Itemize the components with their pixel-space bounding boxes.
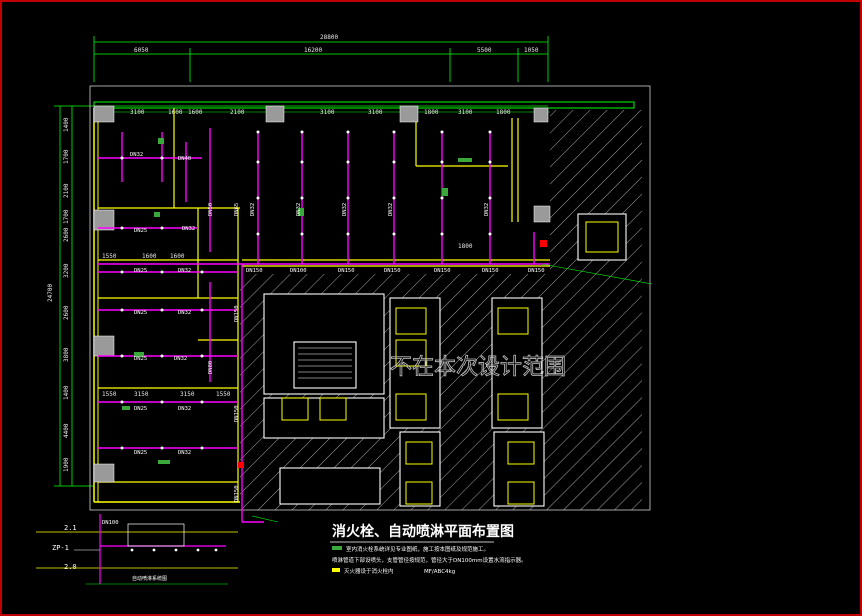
left-dim-3: 2100 <box>63 183 70 198</box>
pipe-label: DN150 <box>338 268 355 274</box>
pipe-label: DN150 <box>434 268 451 274</box>
pipe-label: DN32 <box>250 203 256 216</box>
pipe-label: DN65 <box>234 203 240 216</box>
dim-total-left: 24700 <box>47 284 54 302</box>
riser-diagram-label: 自动喷淋系统图 <box>132 575 167 582</box>
grid-dim-4: 2100 <box>230 109 245 116</box>
pipe-label: DN80 <box>208 361 214 374</box>
pipe-label: DN25 <box>134 310 147 316</box>
left-dim-1: 1400 <box>63 117 70 132</box>
grid-dim-3: 1600 <box>188 109 203 116</box>
room-dim: 1550 <box>102 391 117 398</box>
left-dim-2: 1700 <box>63 149 70 164</box>
left-dim-8: 3800 <box>63 347 70 362</box>
pipe-label: DN150 <box>234 485 240 502</box>
pipe-label: DN25 <box>134 450 147 456</box>
pipe-label: DN100 <box>290 268 307 274</box>
grid-dim-8: 3100 <box>458 109 473 116</box>
pipe-label: DN25 <box>134 356 147 362</box>
room-dim: 1550 <box>102 253 117 260</box>
pipe-label: DN150 <box>528 268 545 274</box>
pipe-label: DN32 <box>182 226 195 232</box>
pipe-label: DN25 <box>134 228 147 234</box>
pipe-label: DN40 <box>178 156 191 162</box>
pipe-label: DN32 <box>130 152 143 158</box>
pipe-label: DN25 <box>134 268 147 274</box>
left-dim-11: 1900 <box>63 457 70 472</box>
pipe-label: DN32 <box>178 268 191 274</box>
pipe-label: DN150 <box>246 268 263 274</box>
grid-dim-1: 3100 <box>130 109 145 116</box>
left-dim-4: 1700 <box>63 209 70 224</box>
dim-seg-2: 16200 <box>304 47 322 54</box>
dim-seg-1: 6050 <box>134 47 149 54</box>
riser-level-top: 2.1 <box>64 524 77 532</box>
left-dim-5: 2600 <box>63 227 70 242</box>
grid-dim-6: 3100 <box>320 109 335 116</box>
pipe-label: DN32 <box>174 356 187 362</box>
drawing-title: 消火栓、自动喷淋平面布置图 <box>332 523 514 540</box>
out-of-scope-label: 不在本次设计范围 <box>390 355 566 380</box>
cad-drawing-canvas: { "drawing": { "title": "消火栓、自动喷淋平面布置图",… <box>0 0 862 616</box>
grid-dim-10: 1800 <box>496 109 511 116</box>
grid-dim-2: 1600 <box>168 109 183 116</box>
pipe-label: DN150 <box>234 305 240 322</box>
pipe-label: DN32 <box>296 203 302 216</box>
riser-level-bottom: 2.0 <box>64 563 77 571</box>
room-dim: 1600 <box>142 253 157 260</box>
pipe-label: DN32 <box>178 450 191 456</box>
grid-dim-7: 3100 <box>368 109 383 116</box>
left-dim-6: 3200 <box>63 263 70 278</box>
room-dim: 1800 <box>458 243 473 250</box>
note-line-1: 室内消火栓系统详见专业图纸，施工按本图纸及规范施工。 <box>346 545 489 553</box>
dim-seg-4: 1050 <box>524 47 539 54</box>
pipe-label: DN50 <box>208 203 214 216</box>
note-line-3: 灭火器设于消火栓内 <box>344 567 394 575</box>
pipe-label: DN25 <box>134 406 147 412</box>
riser-pipe-size: DN100 <box>102 520 119 526</box>
left-dim-10: 4400 <box>63 423 70 438</box>
pipe-label: DN32 <box>178 310 191 316</box>
pipe-label: DN150 <box>384 268 401 274</box>
note-marker <box>332 546 342 550</box>
floor-plan-svg: 28800 6050 16200 5500 1050 3100 1600 160… <box>36 34 653 585</box>
riser-heads <box>130 548 218 552</box>
pipe-label: DN32 <box>178 406 191 412</box>
pipe-label: DN32 <box>342 203 348 216</box>
room-dim: 3150 <box>134 391 149 398</box>
pipe-label: DN32 <box>388 203 394 216</box>
note-line-2: 喷淋管道下部设喷头，支管管径按规范，管径大于DN100mm设置水流指示器。 <box>332 556 527 564</box>
left-dim-7: 2600 <box>63 305 70 320</box>
room-dim: 3150 <box>180 391 195 398</box>
extinguisher-spec: MF/ABC4kg <box>424 569 455 575</box>
dim-seg-3: 5500 <box>477 47 492 54</box>
pipe-label: DN150 <box>482 268 499 274</box>
dim-total-top: 28800 <box>320 34 338 41</box>
pipe-label: DN32 <box>484 203 490 216</box>
left-dim-9: 1400 <box>63 385 70 400</box>
left-dimension-chain <box>54 105 94 487</box>
room-dim: 1550 <box>216 391 231 398</box>
pipe-label: DN150 <box>234 405 240 422</box>
room-dim: 1600 <box>170 253 185 260</box>
extinguisher-marker <box>332 568 340 572</box>
riser-level-mid: ZP-1 <box>52 544 69 552</box>
grid-dim-9: 1800 <box>424 109 439 116</box>
